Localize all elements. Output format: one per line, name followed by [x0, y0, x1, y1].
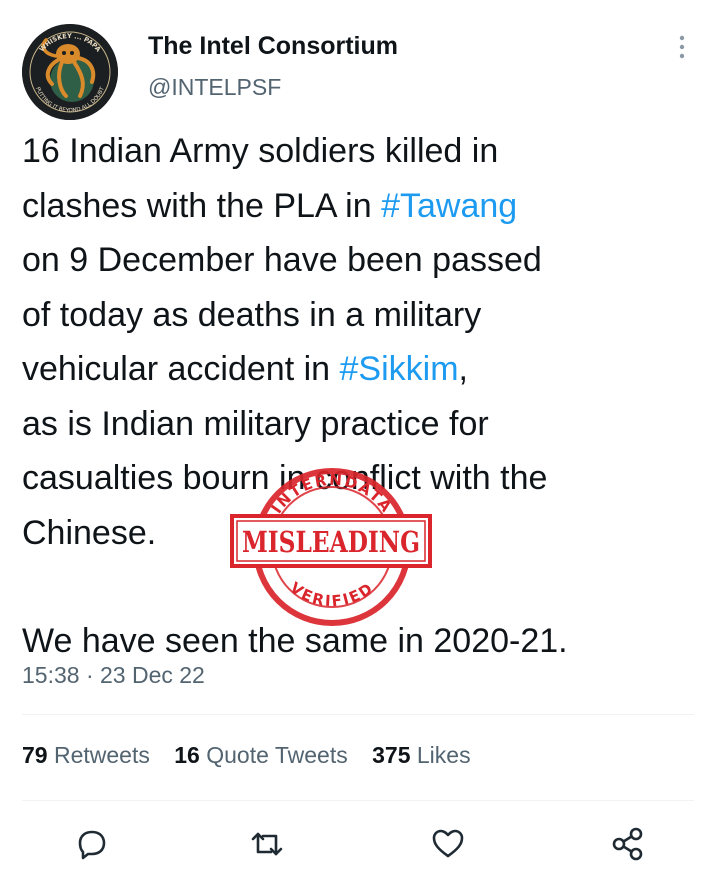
tweet-text-segment: , [458, 350, 468, 388]
more-icon [679, 35, 685, 59]
like-button[interactable] [428, 824, 468, 864]
hashtag-link[interactable]: #Tawang [381, 187, 517, 225]
quote-tweets-label: Quote Tweets [206, 742, 348, 768]
tweet-stats: 79 Retweets 16 Quote Tweets 375 Likes [22, 742, 489, 769]
tweet-text-segment: as is Indian military practice for [22, 404, 489, 443]
stamp-label: MISLEADING [242, 525, 420, 559]
tweet-text-line: on 9 December have been passed [22, 233, 692, 288]
retweets-count: 79 [22, 742, 48, 768]
tweet-text-segment: 16 Indian Army soldiers killed in [22, 132, 499, 170]
reply-button[interactable] [72, 824, 112, 864]
retweets-stat[interactable]: 79 Retweets [22, 742, 150, 768]
likes-label: Likes [416, 742, 471, 768]
svg-text:INTERNDATA: INTERNDATA [268, 471, 397, 517]
divider [22, 800, 694, 801]
more-options-button[interactable] [672, 32, 692, 62]
tweet-text-line: 16 Indian Army soldiers killed in [22, 124, 692, 179]
author-handle[interactable]: @INTELPSF [148, 74, 281, 101]
tweet-text-segment: Chinese. [22, 513, 157, 552]
likes-stat[interactable]: 375 Likes [372, 742, 470, 768]
tweet-text-line: vehicular accident in #Sikkim, [22, 342, 692, 397]
stamp-bottom-text: VERIFIED [287, 579, 376, 611]
author-name[interactable]: The Intel Consortium [148, 32, 398, 61]
tweet-text-line: clashes with the PLA in #Tawang [22, 179, 692, 234]
quote-tweets-stat[interactable]: 16 Quote Tweets [174, 742, 347, 768]
tweet-timestamp[interactable]: 15:38 · 23 Dec 22 [22, 662, 205, 689]
tweet-text-segment: clashes with the PLA in [22, 186, 382, 225]
like-icon [432, 829, 464, 858]
stamp-top-text: INTERNDATA [268, 471, 395, 517]
hashtag-link[interactable]: #Sikkim [340, 350, 459, 388]
avatar-octopus-logo: WHISKEY ... PAPA PUTTING IT BEYOND ALL D… [22, 24, 118, 120]
share-icon [612, 827, 643, 861]
svg-text:VERIFIED: VERIFIED [287, 579, 378, 611]
misleading-stamp: INTERNDATA VERIFIED MISLEADING [228, 462, 434, 632]
tweet-text-segment: of today as deaths in a military [22, 295, 482, 334]
reply-icon [78, 830, 106, 860]
retweet-icon [251, 832, 283, 856]
avatar[interactable]: WHISKEY ... PAPA PUTTING IT BEYOND ALL D… [22, 24, 118, 120]
tweet-text-line: as is Indian military practice for [22, 397, 692, 452]
tweet-text-segment: on 9 December have been passed [22, 241, 542, 279]
likes-count: 375 [372, 742, 411, 768]
quote-tweets-count: 16 [174, 742, 200, 768]
divider [22, 714, 694, 715]
retweets-label: Retweets [53, 742, 150, 768]
tweet-text-segment: vehicular accident in [22, 350, 340, 388]
tweet-text-line: of today as deaths in a military [22, 288, 692, 343]
share-button[interactable] [608, 824, 648, 864]
retweet-button[interactable] [247, 824, 287, 864]
